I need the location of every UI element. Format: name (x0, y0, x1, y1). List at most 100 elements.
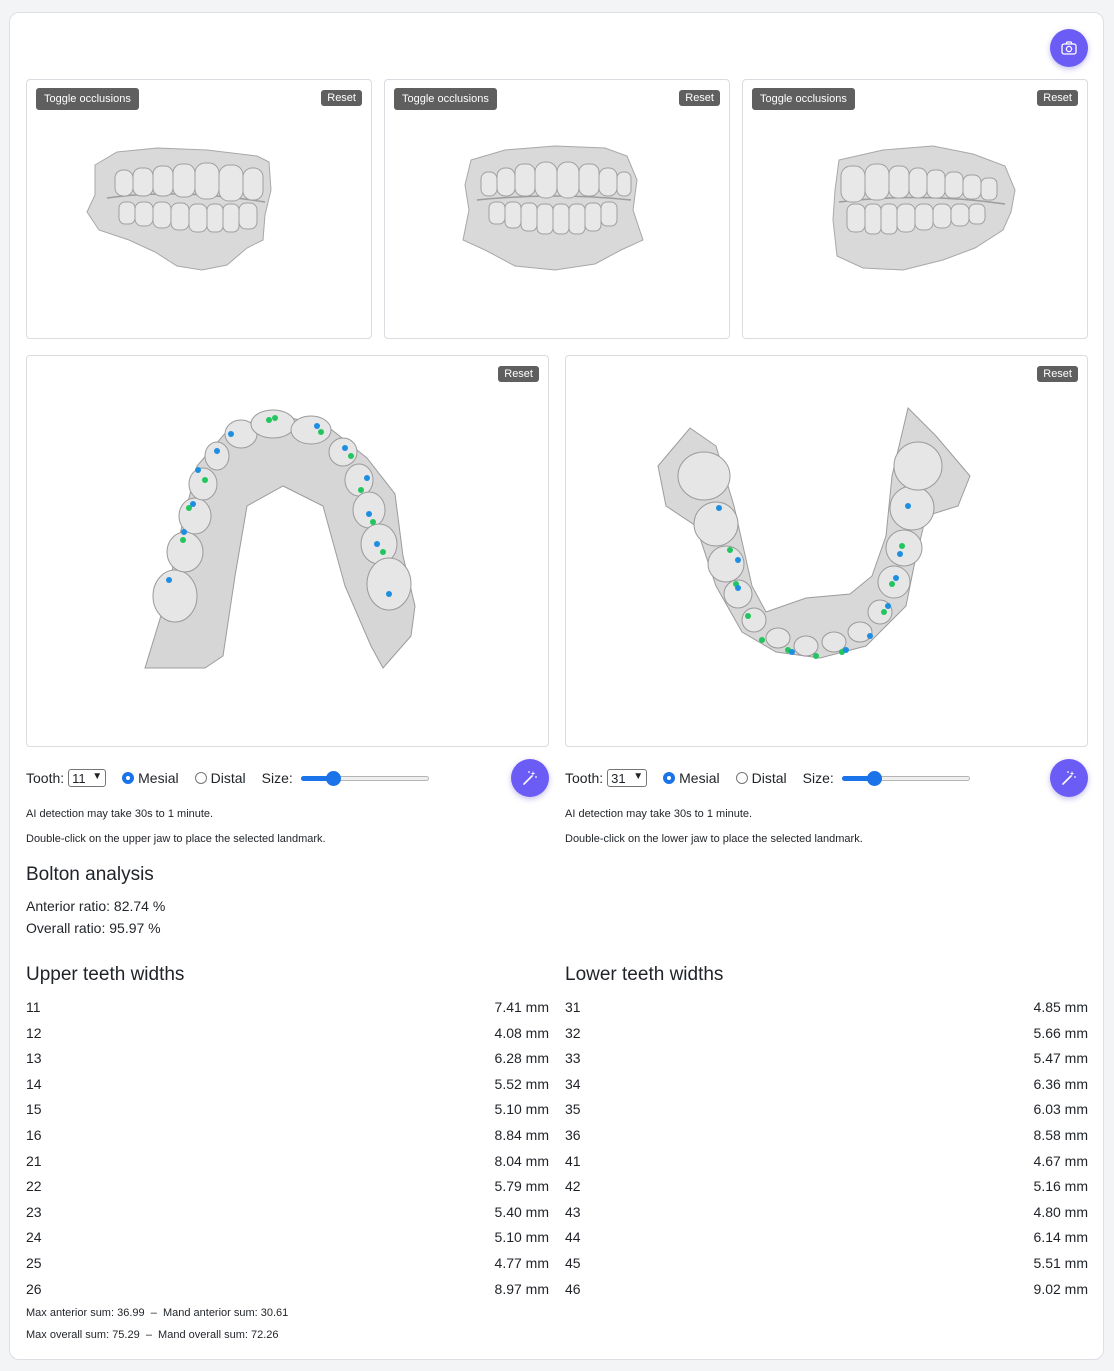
tooth-number: 33 (565, 1050, 581, 1067)
tooth-width: 4.80 mm (1033, 1203, 1088, 1220)
tooth-number: 12 (26, 1024, 42, 1041)
magic-wand-icon (1062, 771, 1076, 785)
size-slider[interactable] (300, 770, 429, 786)
table-row: 12 4.08 mm (26, 1021, 549, 1047)
tooth-width: 9.02 mm (1033, 1280, 1088, 1297)
table-row: 23 5.40 mm (26, 1200, 549, 1226)
tooth-number: 43 (565, 1203, 581, 1220)
mesial-label: Mesial (138, 770, 179, 786)
tooth-number: 11 (26, 999, 41, 1015)
lower-landmark-controls: Tooth: 31 ▼ Mesial Distal Size: (565, 765, 970, 791)
table-row: 42 5.16 mm (565, 1174, 1088, 1200)
lower-widths-table: 31 4.85 mm 32 5.66 mm 33 5.47 mm 34 6.36 mm 35 6.… (565, 995, 1088, 1302)
tooth-label: Tooth: (565, 770, 604, 786)
tooth-width: 5.10 mm (494, 1101, 549, 1118)
tooth-number: 23 (26, 1203, 42, 1220)
overall-ratio: Overall ratio: 95.97 % (26, 920, 161, 936)
tooth-number: 16 (26, 1126, 42, 1143)
distal-label: Distal (210, 770, 246, 786)
table-row: 15 5.10 mm (26, 1097, 549, 1123)
tooth-number: 42 (565, 1178, 581, 1195)
ai-detection-note: AI detection may take 30s to 1 minute. (565, 808, 753, 820)
table-row: 46 9.02 mm (565, 1277, 1088, 1303)
tooth-number: 34 (565, 1075, 581, 1092)
tooth-number: 25 (26, 1254, 42, 1271)
size-label: Size: (802, 770, 834, 786)
table-row: 25 4.77 mm (26, 1251, 549, 1277)
lower-widths-title: Lower teeth widths (565, 964, 724, 985)
lower-jaw-viewer[interactable]: Reset (565, 355, 1088, 747)
anterior-ratio: Anterior ratio: 82.74 % (26, 898, 166, 914)
size-label: Size: (261, 770, 293, 786)
table-row: 24 5.10 mm (26, 1225, 549, 1251)
distal-label: Distal (751, 770, 787, 786)
tooth-number: 31 (565, 999, 581, 1015)
tooth-number: 22 (26, 1178, 42, 1195)
table-row: 21 8.04 mm (26, 1149, 549, 1175)
tooth-width: 5.10 mm (494, 1229, 549, 1246)
mesial-radio[interactable] (663, 772, 676, 784)
dental-model-left-view (832, 145, 1016, 271)
tooth-width: 5.51 mm (1033, 1254, 1088, 1271)
table-row: 32 5.66 mm (565, 1021, 1088, 1047)
table-row: 35 6.03 mm (565, 1097, 1088, 1123)
table-row: 33 5.47 mm (565, 1046, 1088, 1072)
ai-detection-note: AI detection may take 30s to 1 minute. (26, 808, 214, 820)
upper-widths-table: 11 7.41 mm 12 4.08 mm 13 6.28 mm 14 5.52 mm 15 5.… (26, 995, 549, 1302)
tooth-width: 5.40 mm (494, 1203, 549, 1220)
tooth-number: 24 (26, 1229, 42, 1246)
tooth-width: 6.28 mm (494, 1050, 549, 1067)
upper-jaw-viewer[interactable]: Reset (26, 355, 549, 747)
table-row: 36 8.58 mm (565, 1123, 1088, 1149)
upper-jaw-model (144, 409, 416, 669)
tooth-number: 26 (26, 1280, 42, 1297)
tooth-width: 5.66 mm (1033, 1024, 1088, 1041)
tooth-width: 4.08 mm (494, 1024, 549, 1041)
size-slider[interactable] (841, 770, 970, 786)
screenshot-button[interactable] (1050, 29, 1088, 67)
tooth-width: 8.84 mm (494, 1126, 549, 1143)
tooth-width: 5.16 mm (1033, 1178, 1088, 1195)
tooth-width: 8.58 mm (1033, 1126, 1088, 1143)
tooth-number: 46 (565, 1280, 581, 1297)
upper-widths-title: Upper teeth widths (26, 964, 185, 985)
tooth-select-value: 11 (72, 770, 86, 786)
tooth-number: 36 (565, 1126, 581, 1143)
tooth-width: 7.41 mm (494, 999, 549, 1015)
table-row: 13 6.28 mm (26, 1046, 549, 1072)
placement-note: Double-click on the lower jaw to place t… (565, 833, 863, 845)
tooth-number: 15 (26, 1101, 42, 1118)
tooth-width: 6.36 mm (1033, 1075, 1088, 1092)
table-row: 43 4.80 mm (565, 1200, 1088, 1226)
tooth-number: 14 (26, 1075, 42, 1092)
tooth-select-value: 31 (611, 770, 626, 786)
placement-note: Double-click on the upper jaw to place t… (26, 833, 326, 845)
tooth-width: 4.85 mm (1033, 999, 1088, 1015)
bolton-title: Bolton analysis (26, 864, 154, 885)
distal-radio[interactable] (194, 772, 207, 784)
table-row: 31 4.85 mm (565, 995, 1088, 1021)
table-row: 44 6.14 mm (565, 1225, 1088, 1251)
ai-detect-button[interactable] (1050, 759, 1088, 797)
ai-detect-button[interactable] (511, 759, 549, 797)
occlusion-view-left[interactable]: Toggle occlusions Reset (742, 79, 1088, 339)
chevron-down-icon: ▼ (92, 771, 103, 782)
tooth-width: 6.03 mm (1033, 1101, 1088, 1118)
occlusion-view-front[interactable]: Toggle occlusions Reset (384, 79, 730, 339)
dental-model-right-view (86, 147, 272, 271)
tooth-number: 13 (26, 1050, 42, 1067)
tooth-number: 45 (565, 1254, 581, 1271)
tooth-number: 32 (565, 1024, 581, 1041)
occlusion-view-right[interactable]: Toggle occlusions Reset (26, 79, 372, 339)
tooth-width: 6.14 mm (1033, 1229, 1088, 1246)
table-row: 16 8.84 mm (26, 1123, 549, 1149)
tooth-label: Tooth: (26, 770, 65, 786)
tooth-width: 5.79 mm (494, 1178, 549, 1195)
mesial-radio[interactable] (122, 772, 135, 784)
table-row: 22 5.79 mm (26, 1174, 549, 1200)
table-row: 45 5.51 mm (565, 1251, 1088, 1277)
tooth-select[interactable]: 11 ▼ (68, 769, 107, 787)
tooth-select[interactable]: 31 ▼ (607, 769, 648, 787)
magic-wand-icon (523, 771, 537, 785)
distal-radio[interactable] (735, 772, 748, 784)
